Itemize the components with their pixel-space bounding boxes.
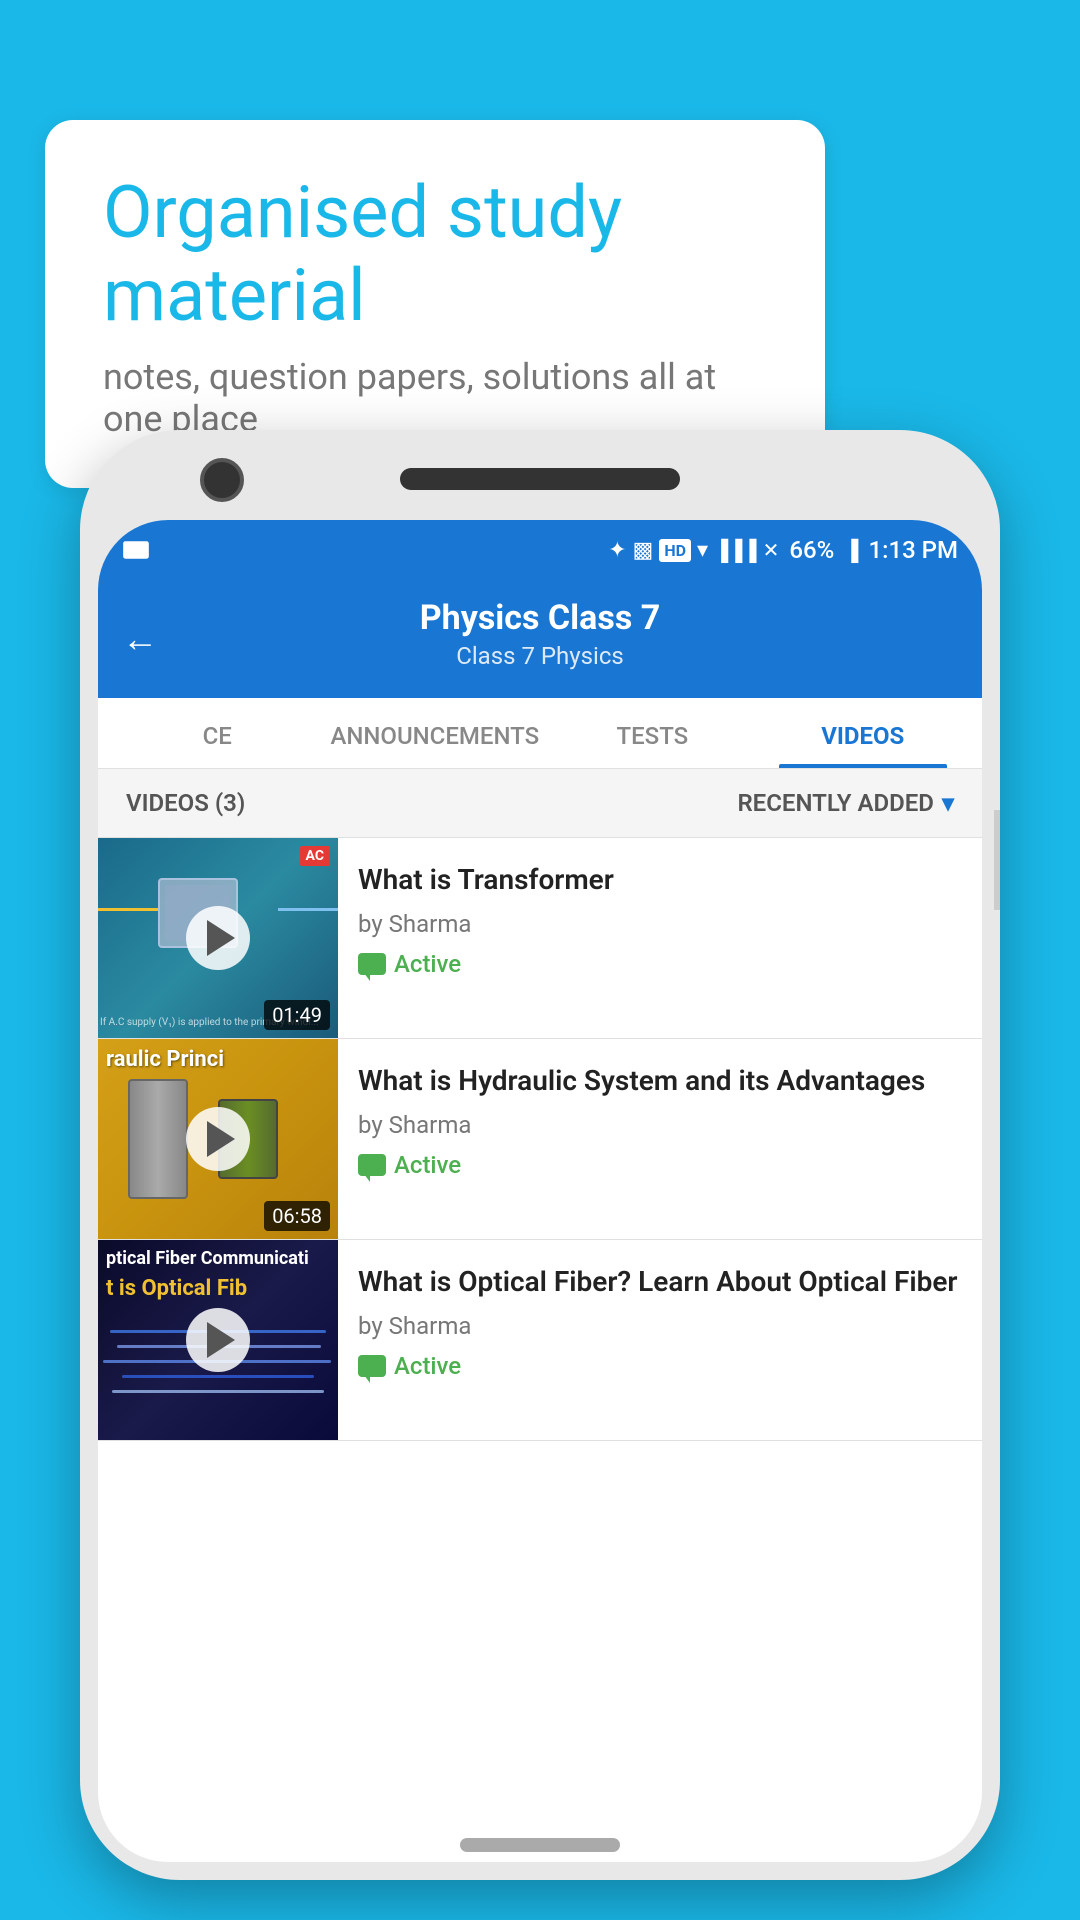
sort-label: RECENTLY ADDED: [737, 789, 934, 817]
video-duration-2: 06:58: [264, 1201, 330, 1231]
signal-icon: ▐▐▐: [714, 538, 757, 563]
battery-icon: ▐: [844, 538, 858, 563]
video-author-3: by Sharma: [358, 1312, 962, 1340]
hydr-pipe-1: [128, 1079, 188, 1199]
video-thumbnail-1: AC If A.C supply (V₁) is applied to the …: [98, 838, 338, 1038]
status-bar: ✦ ▩ HD ▾ ▐▐▐ ✕ 66% ▐ 1:13 PM: [98, 520, 982, 580]
video-thumbnail-3: ptical Fiber Communicati t is Optical Fi…: [98, 1240, 338, 1440]
video-thumbnail-2: raulic Princi 06:58: [98, 1039, 338, 1239]
side-button: [994, 810, 1000, 910]
status-icons: ✦ ▩ HD ▾ ▐▐▐ ✕: [608, 538, 779, 563]
video-info-2: What is Hydraulic System and its Advanta…: [338, 1039, 982, 1239]
filter-bar: VIDEOS (3) RECENTLY ADDED ▾: [98, 769, 982, 838]
wifi-icon: ▾: [697, 538, 708, 563]
video-item-optical[interactable]: ptical Fiber Communicati t is Optical Fi…: [98, 1240, 982, 1441]
video-title-3: What is Optical Fiber? Learn About Optic…: [358, 1264, 962, 1300]
time-display: 1:13 PM: [868, 536, 958, 564]
video-list: AC If A.C supply (V₁) is applied to the …: [98, 838, 982, 1441]
hydraulic-text: raulic Princi: [106, 1047, 224, 1072]
home-bar: [460, 1838, 620, 1852]
chevron-down-icon: ▾: [942, 789, 954, 817]
video-info-3: What is Optical Fiber? Learn About Optic…: [338, 1240, 982, 1440]
battery-percent: 66%: [789, 536, 834, 564]
play-icon-3: [207, 1322, 235, 1358]
speech-bubble-title: Organised study material: [103, 172, 767, 338]
tab-tests[interactable]: TESTS: [547, 698, 757, 768]
camera-lens: [200, 458, 244, 502]
tab-announcements[interactable]: ANNOUNCEMENTS: [322, 698, 547, 768]
speech-bubble-subtitle: notes, question papers, solutions all at…: [103, 356, 767, 440]
wire-left: [98, 908, 158, 911]
header-title: Physics Class 7: [128, 598, 952, 638]
vibrate-icon: ▩: [633, 538, 654, 563]
active-badge-2: Active: [358, 1151, 962, 1179]
status-bar-right: ✦ ▩ HD ▾ ▐▐▐ ✕ 66% ▐ 1:13 PM: [608, 536, 958, 564]
active-label-2: Active: [394, 1151, 461, 1179]
active-badge-1: Active: [358, 950, 962, 978]
videos-count-label: VIDEOS (3): [126, 789, 245, 817]
video-item-transformer[interactable]: AC If A.C supply (V₁) is applied to the …: [98, 838, 982, 1039]
ac-badge: AC: [300, 846, 330, 866]
status-bar-left: [122, 536, 150, 564]
tab-ce[interactable]: CE: [112, 698, 322, 768]
active-label-3: Active: [394, 1352, 461, 1380]
phone-speaker: [400, 468, 680, 490]
video-item-hydraulic[interactable]: raulic Princi 06:58 What is Hydraulic Sy…: [98, 1039, 982, 1240]
phone-frame: ✦ ▩ HD ▾ ▐▐▐ ✕ 66% ▐ 1:13 PM ←: [80, 430, 1000, 1880]
video-title-2: What is Hydraulic System and its Advanta…: [358, 1063, 962, 1099]
play-button-1[interactable]: [186, 906, 250, 970]
back-button[interactable]: ←: [122, 618, 158, 660]
app-header: ← Physics Class 7 Class 7 Physics: [98, 580, 982, 698]
no-sim-icon: ✕: [763, 538, 780, 562]
video-duration-1: 01:49: [264, 1000, 330, 1030]
video-author-2: by Sharma: [358, 1111, 962, 1139]
video-info-1: What is Transformer by Sharma Active: [338, 838, 982, 1038]
play-button-3[interactable]: [186, 1308, 250, 1372]
phone-screen: ✦ ▩ HD ▾ ▐▐▐ ✕ 66% ▐ 1:13 PM ←: [98, 520, 982, 1862]
play-icon-1: [207, 920, 235, 956]
active-badge-3: Active: [358, 1352, 962, 1380]
optical-text-1: ptical Fiber Communicati: [106, 1248, 309, 1269]
optical-text-2: t is Optical Fib: [106, 1276, 247, 1301]
sort-dropdown[interactable]: RECENTLY ADDED ▾: [737, 789, 954, 817]
play-icon-2: [207, 1121, 235, 1157]
notification-icon: [122, 536, 150, 564]
video-title-1: What is Transformer: [358, 862, 962, 898]
bluetooth-icon: ✦: [608, 538, 626, 563]
chat-icon-3: [358, 1355, 386, 1377]
chat-icon-2: [358, 1154, 386, 1176]
header-breadcrumb: Class 7 Physics: [128, 642, 952, 670]
chat-icon-1: [358, 953, 386, 975]
tab-bar: CE ANNOUNCEMENTS TESTS VIDEOS: [98, 698, 982, 769]
wire-right: [278, 908, 338, 911]
tab-videos[interactable]: VIDEOS: [758, 698, 968, 768]
active-label-1: Active: [394, 950, 461, 978]
play-button-2[interactable]: [186, 1107, 250, 1171]
video-author-1: by Sharma: [358, 910, 962, 938]
hd-badge: HD: [659, 539, 691, 562]
